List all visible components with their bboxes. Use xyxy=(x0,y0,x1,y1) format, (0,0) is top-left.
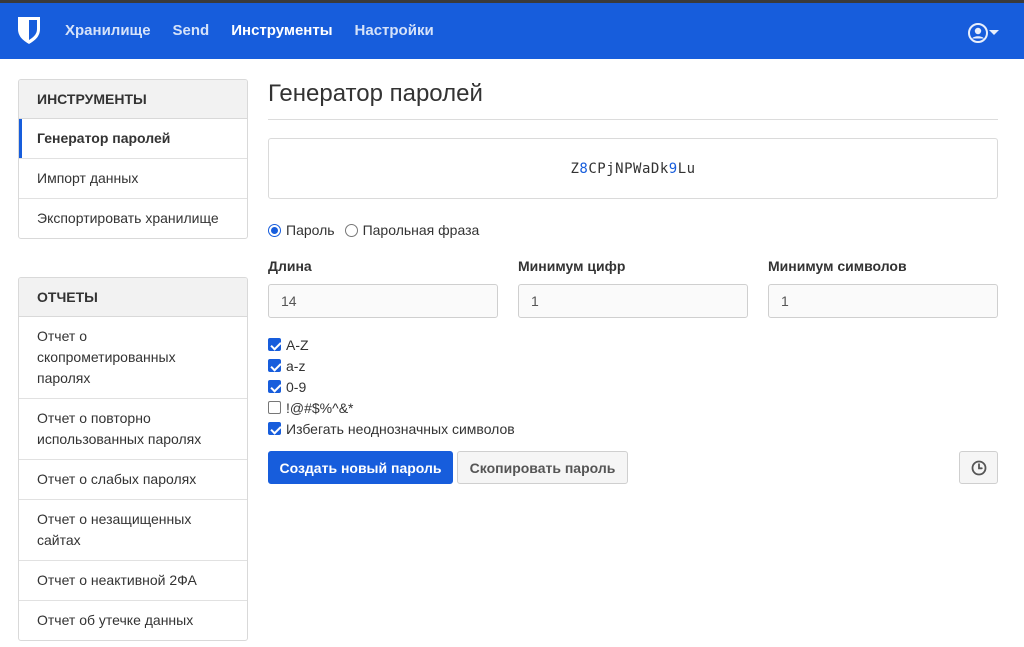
length-label: Длина xyxy=(268,258,312,274)
nav-item-tools[interactable]: Инструменты xyxy=(220,3,343,59)
min-special-input[interactable]: 1 xyxy=(768,284,998,318)
sidebar-item-password-generator[interactable]: Генератор паролей xyxy=(19,119,247,159)
sidebar-item-import[interactable]: Импорт данных xyxy=(19,159,247,199)
sidebar-item-unsecured-websites[interactable]: Отчет о незащищенных сайтах xyxy=(19,500,247,561)
option-uppercase: A-Z xyxy=(268,334,515,355)
radio-passphrase-label[interactable]: Парольная фраза xyxy=(363,222,480,238)
checkbox-lowercase[interactable] xyxy=(268,359,281,372)
length-input[interactable]: 14 xyxy=(268,284,498,318)
checkbox-uppercase[interactable] xyxy=(268,338,281,351)
generated-password-text: Z8CPjNPWaDk9Lu xyxy=(570,160,696,177)
clock-history-icon xyxy=(971,460,986,475)
regenerate-password-button[interactable]: Создать новый пароль xyxy=(268,451,453,484)
nav-menu: Хранилище Send Инструменты Настройки xyxy=(54,3,445,59)
option-avoid-ambiguous-label[interactable]: Избегать неоднозначных символов xyxy=(286,421,515,437)
option-special-label[interactable]: !@#$%^&* xyxy=(286,400,353,416)
min-numbers-field: Минимум цифр 1 xyxy=(518,258,748,318)
nav-item-vault[interactable]: Хранилище xyxy=(54,3,162,59)
bitwarden-shield-icon[interactable] xyxy=(16,15,42,45)
sidebar-item-data-breach[interactable]: Отчет об утечке данных xyxy=(19,601,247,640)
radio-passphrase[interactable] xyxy=(344,223,358,237)
page-title: Генератор паролей xyxy=(268,80,483,107)
copy-password-button[interactable]: Скопировать пароль xyxy=(457,451,628,484)
sidebar-item-reused-passwords[interactable]: Отчет о повторно использованных паролях xyxy=(19,399,247,460)
option-lowercase: a-z xyxy=(268,355,515,376)
min-numbers-label: Минимум цифр xyxy=(518,258,626,274)
generator-type-options: Пароль Парольная фраза xyxy=(268,222,489,238)
option-special: !@#$%^&* xyxy=(268,397,515,418)
sidebar-item-inactive-2fa[interactable]: Отчет о неактивной 2ФА xyxy=(19,561,247,601)
nav-item-send[interactable]: Send xyxy=(162,3,221,59)
reports-card: ОТЧЕТЫ Отчет о скопрометированных пароля… xyxy=(18,277,248,641)
option-numbers-label[interactable]: 0-9 xyxy=(286,379,306,395)
option-avoid-ambiguous: Избегать неоднозначных символов xyxy=(268,418,515,439)
tools-card-header: ИНСТРУМЕНТЫ xyxy=(19,80,247,119)
character-options: A-Z a-z 0-9 !@#$%^&* Избегать неоднознач… xyxy=(268,334,515,439)
checkbox-special[interactable] xyxy=(268,401,281,414)
sidebar-item-weak-passwords[interactable]: Отчет о слабых паролях xyxy=(19,460,247,500)
sidebar-item-exposed-passwords[interactable]: Отчет о скопрометированных паролях xyxy=(19,317,247,399)
title-divider xyxy=(268,119,998,120)
option-numbers: 0-9 xyxy=(268,376,515,397)
option-lowercase-label[interactable]: a-z xyxy=(286,358,305,374)
reports-card-header: ОТЧЕТЫ xyxy=(19,278,247,317)
min-numbers-input[interactable]: 1 xyxy=(518,284,748,318)
generated-password-display: Z8CPjNPWaDk9Lu xyxy=(268,138,998,199)
sidebar-item-export[interactable]: Экспортировать хранилище xyxy=(19,199,247,238)
chevron-down-icon[interactable] xyxy=(989,30,999,35)
radio-password-label[interactable]: Пароль xyxy=(286,222,335,238)
radio-password[interactable] xyxy=(268,223,281,237)
checkbox-numbers[interactable] xyxy=(268,380,281,393)
password-history-button[interactable] xyxy=(959,451,998,484)
option-uppercase-label[interactable]: A-Z xyxy=(286,337,309,353)
min-special-field: Минимум символов 1 xyxy=(768,258,998,318)
min-special-label: Минимум символов xyxy=(768,258,907,274)
checkbox-avoid-ambiguous[interactable] xyxy=(268,422,281,435)
nav-item-settings[interactable]: Настройки xyxy=(344,3,445,59)
top-navbar: Хранилище Send Инструменты Настройки xyxy=(0,3,1024,59)
length-field: Длина 14 xyxy=(268,258,498,318)
tools-card: ИНСТРУМЕНТЫ Генератор паролей Импорт дан… xyxy=(18,79,248,239)
user-circle-icon[interactable] xyxy=(968,23,988,43)
